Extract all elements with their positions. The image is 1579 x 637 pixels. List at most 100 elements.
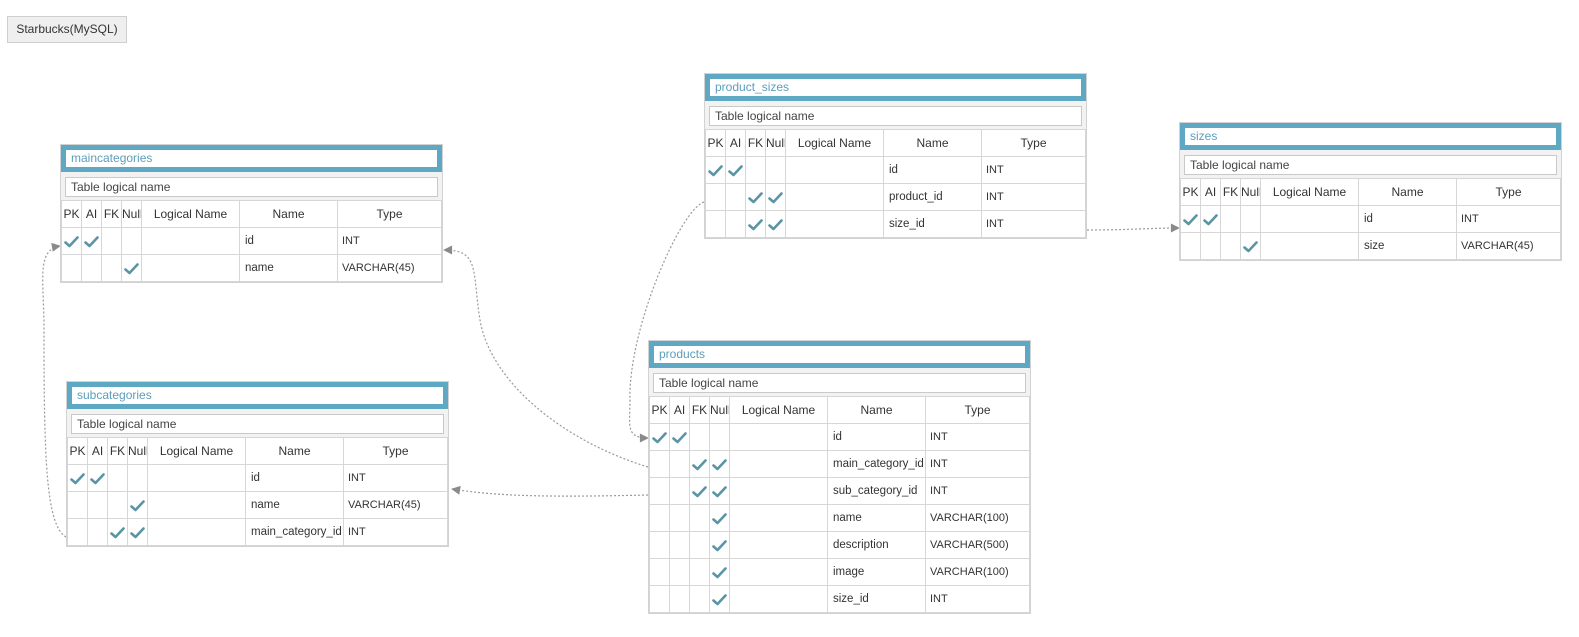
column-name-cell[interactable]: product_id	[883, 183, 982, 211]
null-flag[interactable]	[121, 254, 142, 282]
ai-flag[interactable]	[1200, 205, 1221, 233]
column-row[interactable]: id INT	[705, 156, 1086, 184]
fk-flag[interactable]	[107, 464, 128, 492]
fk-flag[interactable]	[689, 477, 710, 505]
ai-flag[interactable]	[669, 558, 690, 586]
column-row[interactable]: id INT	[67, 464, 448, 492]
pk-flag[interactable]	[705, 183, 726, 211]
fk-flag[interactable]	[1220, 232, 1241, 260]
column-type-cell[interactable]: VARCHAR(100)	[925, 504, 1030, 532]
column-type-cell[interactable]: VARCHAR(45)	[1456, 232, 1561, 260]
ai-flag[interactable]	[725, 183, 746, 211]
null-flag[interactable]	[765, 210, 786, 238]
column-type-cell[interactable]: INT	[343, 518, 448, 546]
column-type-cell[interactable]: VARCHAR(100)	[925, 558, 1030, 586]
logical-name-cell[interactable]	[147, 464, 246, 492]
column-name-cell[interactable]: id	[245, 464, 344, 492]
column-name-cell[interactable]: id	[1358, 205, 1457, 233]
column-type-cell[interactable]: VARCHAR(45)	[343, 491, 448, 519]
logical-name-cell[interactable]	[147, 518, 246, 546]
pk-flag[interactable]	[705, 156, 726, 184]
ai-flag[interactable]	[725, 210, 746, 238]
null-flag[interactable]	[121, 227, 142, 255]
column-row[interactable]: main_category_id INT	[67, 518, 448, 546]
column-type-cell[interactable]: INT	[1456, 205, 1561, 233]
pk-flag[interactable]	[1180, 232, 1201, 260]
null-flag[interactable]	[709, 531, 730, 559]
column-name-cell[interactable]: id	[883, 156, 982, 184]
ai-flag[interactable]	[87, 518, 108, 546]
ai-flag[interactable]	[669, 531, 690, 559]
column-name-cell[interactable]: name	[245, 491, 344, 519]
pk-flag[interactable]	[67, 518, 88, 546]
column-row[interactable]: id INT	[61, 227, 442, 255]
column-name-cell[interactable]: size_id	[883, 210, 982, 238]
column-name-cell[interactable]: main_category_id	[245, 518, 344, 546]
logical-name-cell[interactable]	[1260, 205, 1359, 233]
ai-flag[interactable]	[81, 227, 102, 255]
column-row[interactable]: image VARCHAR(100)	[649, 558, 1030, 586]
fk-flag[interactable]	[101, 254, 122, 282]
ai-flag[interactable]	[87, 464, 108, 492]
entity-title[interactable]: sizes	[1180, 123, 1561, 150]
fk-flag[interactable]	[1220, 205, 1241, 233]
column-type-cell[interactable]: INT	[981, 183, 1086, 211]
logical-name-cell[interactable]	[729, 423, 828, 451]
column-type-cell[interactable]: INT	[925, 477, 1030, 505]
null-flag[interactable]	[1240, 205, 1261, 233]
ai-flag[interactable]	[669, 504, 690, 532]
column-row[interactable]: main_category_id INT	[649, 450, 1030, 478]
table-logical-name-field[interactable]: Table logical name	[65, 177, 438, 197]
column-name-cell[interactable]: size_id	[827, 585, 926, 613]
ai-flag[interactable]	[669, 423, 690, 451]
logical-name-cell[interactable]	[785, 156, 884, 184]
pk-flag[interactable]	[649, 477, 670, 505]
ai-flag[interactable]	[669, 585, 690, 613]
column-type-cell[interactable]: INT	[925, 423, 1030, 451]
column-type-cell[interactable]: VARCHAR(500)	[925, 531, 1030, 559]
ai-flag[interactable]	[81, 254, 102, 282]
ai-flag[interactable]	[87, 491, 108, 519]
table-logical-name-field[interactable]: Table logical name	[71, 414, 444, 434]
entity-products[interactable]: products Table logical name PK AI FK Nul…	[648, 340, 1031, 614]
entity-title[interactable]: maincategories	[61, 145, 442, 172]
relation-product_sizes-to-sizes[interactable]	[1086, 223, 1180, 233]
logical-name-cell[interactable]	[147, 491, 246, 519]
logical-name-cell[interactable]	[785, 210, 884, 238]
relation-subcategories-to-maincategories[interactable]	[42, 242, 67, 538]
logical-name-cell[interactable]	[141, 254, 240, 282]
column-type-cell[interactable]: INT	[343, 464, 448, 492]
ai-flag[interactable]	[725, 156, 746, 184]
pk-flag[interactable]	[705, 210, 726, 238]
logical-name-cell[interactable]	[729, 504, 828, 532]
column-type-cell[interactable]: INT	[925, 585, 1030, 613]
entity-maincategories[interactable]: maincategories Table logical name PK AI …	[60, 144, 443, 283]
pk-flag[interactable]	[649, 423, 670, 451]
entity-sizes[interactable]: sizes Table logical name PK AI FK Null L…	[1179, 122, 1562, 261]
column-type-cell[interactable]: VARCHAR(45)	[337, 254, 442, 282]
column-row[interactable]: sub_category_id INT	[649, 477, 1030, 505]
column-name-cell[interactable]: id	[239, 227, 338, 255]
logical-name-cell[interactable]	[785, 183, 884, 211]
pk-flag[interactable]	[61, 254, 82, 282]
logical-name-cell[interactable]	[729, 558, 828, 586]
column-name-cell[interactable]: size	[1358, 232, 1457, 260]
ai-flag[interactable]	[669, 450, 690, 478]
null-flag[interactable]	[127, 491, 148, 519]
entity-subcategories[interactable]: subcategories Table logical name PK AI F…	[66, 381, 449, 547]
column-name-cell[interactable]: sub_category_id	[827, 477, 926, 505]
logical-name-cell[interactable]	[729, 585, 828, 613]
fk-flag[interactable]	[689, 450, 710, 478]
null-flag[interactable]	[709, 504, 730, 532]
null-flag[interactable]	[127, 464, 148, 492]
pk-flag[interactable]	[67, 491, 88, 519]
pk-flag[interactable]	[649, 531, 670, 559]
table-logical-name-field[interactable]: Table logical name	[1184, 155, 1557, 175]
column-name-cell[interactable]: main_category_id	[827, 450, 926, 478]
pk-flag[interactable]	[649, 504, 670, 532]
fk-flag[interactable]	[689, 585, 710, 613]
null-flag[interactable]	[709, 558, 730, 586]
null-flag[interactable]	[765, 183, 786, 211]
pk-flag[interactable]	[67, 464, 88, 492]
column-name-cell[interactable]: name	[239, 254, 338, 282]
